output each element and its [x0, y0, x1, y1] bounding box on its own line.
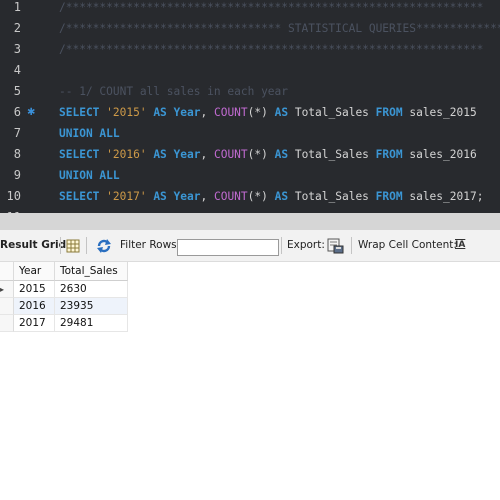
- code-token: ,: [200, 106, 214, 119]
- panel-splitter[interactable]: [0, 213, 500, 230]
- code-token: AS: [146, 106, 174, 119]
- line-number: 4: [13, 63, 21, 77]
- toolbar-divider: [60, 237, 61, 254]
- code-line[interactable]: 8 SELECT '2016' AS Year, COUNT(*) AS Tota…: [0, 144, 500, 165]
- code-text: /***************************************…: [59, 0, 483, 18]
- cell-total-sales[interactable]: 2630: [55, 281, 128, 298]
- code-token: /***************************************…: [59, 43, 484, 56]
- code-line[interactable]: 3 /**************************************…: [0, 39, 500, 60]
- wrap-cell-content-icon[interactable]: IA: [455, 230, 465, 261]
- code-line[interactable]: 7 UNION ALL: [0, 123, 500, 144]
- code-token: -- 1/ COUNT all sales in each year: [59, 85, 289, 98]
- wrap-cell-content-label: Wrap Cell Content:: [358, 239, 457, 251]
- statement-marker-icon: ✱: [27, 107, 36, 118]
- result-toolbar: Result Grid Filter Rows: Export: Wrap Ce…: [0, 230, 500, 262]
- line-number: 7: [13, 126, 21, 140]
- cell-year[interactable]: 2015: [14, 281, 55, 298]
- code-token: UNION ALL: [59, 127, 120, 140]
- refresh-icon[interactable]: [96, 238, 112, 254]
- code-token: FROM: [368, 106, 410, 119]
- code-token: AS: [267, 106, 295, 119]
- export-icon[interactable]: [327, 238, 344, 254]
- cell-total-sales[interactable]: 23935: [55, 298, 128, 315]
- code-text: /******************************** STATIS…: [59, 18, 500, 39]
- grid-corner: [0, 262, 14, 281]
- code-token: FROM: [368, 148, 410, 161]
- code-token: /******************************** STATIS…: [59, 22, 500, 35]
- line-number: 1: [13, 0, 21, 14]
- line-number: 6: [13, 105, 21, 119]
- code-token: Total_Sales: [294, 148, 369, 161]
- code-token: (*): [247, 148, 268, 161]
- code-token: SELECT: [59, 190, 107, 203]
- code-text: UNION ALL: [59, 165, 120, 186]
- code-token: /***************************************…: [59, 1, 484, 14]
- code-token: COUNT: [213, 190, 248, 203]
- code-token: sales_2015: [409, 106, 477, 119]
- code-token: COUNT: [213, 106, 248, 119]
- filter-rows-label: Filter Rows:: [120, 239, 181, 251]
- code-token: Year: [173, 148, 201, 161]
- code-token: Total_Sales: [294, 190, 369, 203]
- line-number: 9: [13, 168, 21, 182]
- toolbar-divider: [351, 237, 352, 254]
- code-line[interactable]: 6 ✱ SELECT '2015' AS Year, COUNT(*) AS Tot…: [0, 102, 500, 123]
- result-grid-tab[interactable]: Result Grid: [0, 230, 66, 261]
- code-token: ,: [200, 190, 214, 203]
- code-token: (*): [247, 106, 268, 119]
- line-number: 5: [13, 84, 21, 98]
- code-token: (*): [247, 190, 268, 203]
- code-token: SELECT: [59, 148, 107, 161]
- code-token: ,: [200, 148, 214, 161]
- column-header-year[interactable]: Year: [14, 262, 55, 281]
- export-label: Export:: [287, 239, 325, 251]
- code-token: SELECT: [59, 106, 107, 119]
- code-line[interactable]: 9 UNION ALL: [0, 165, 500, 186]
- code-line[interactable]: 2 /******************************** STATI…: [0, 18, 500, 39]
- form-editor-icon[interactable]: [66, 239, 80, 253]
- code-token: Year: [173, 190, 201, 203]
- code-token: AS: [267, 190, 295, 203]
- code-line[interactable]: 4: [0, 60, 500, 81]
- column-header-total-sales[interactable]: Total_Sales: [55, 262, 128, 281]
- code-token: sales_2017;: [409, 190, 484, 203]
- code-text: SELECT '2016' AS Year, COUNT(*) AS Total…: [59, 144, 477, 165]
- code-token: COUNT: [213, 148, 248, 161]
- line-number: 2: [13, 21, 21, 35]
- code-token: UNION ALL: [59, 169, 120, 182]
- code-line[interactable]: 10 SELECT '2017' AS Year, COUNT(*) AS Tot…: [0, 186, 500, 207]
- cell-year[interactable]: 2016: [14, 298, 55, 315]
- code-text: /***************************************…: [59, 39, 483, 60]
- current-row-indicator[interactable]: ▸: [0, 281, 14, 298]
- toolbar-divider: [86, 237, 87, 254]
- toolbar-divider: [281, 237, 282, 254]
- code-line[interactable]: 5 -- 1/ COUNT all sales in each year: [0, 81, 500, 102]
- line-number: 8: [13, 147, 21, 161]
- code-text: SELECT '2015' AS Year, COUNT(*) AS Total…: [59, 102, 477, 123]
- filter-rows-input[interactable]: [177, 239, 279, 256]
- code-token: '2015': [106, 106, 147, 119]
- code-token: FROM: [368, 190, 410, 203]
- code-token: '2016': [106, 148, 147, 161]
- code-line[interactable]: 1 /**************************************…: [0, 0, 500, 18]
- code-token: Year: [173, 106, 201, 119]
- row-header[interactable]: [0, 298, 14, 315]
- code-token: sales_2016: [409, 148, 477, 161]
- sql-editor[interactable]: 1 /**************************************…: [0, 0, 500, 213]
- code-token: AS: [146, 148, 174, 161]
- line-number: 3: [13, 42, 21, 56]
- code-text: UNION ALL: [59, 123, 120, 144]
- code-text: -- 1/ COUNT all sales in each year: [59, 81, 288, 102]
- cell-total-sales[interactable]: 29481: [55, 315, 128, 332]
- code-token: AS: [146, 190, 174, 203]
- code-token: AS: [267, 148, 295, 161]
- code-token: Total_Sales: [294, 106, 369, 119]
- line-number: 10: [6, 189, 21, 203]
- code-text: SELECT '2017' AS Year, COUNT(*) AS Total…: [59, 186, 483, 207]
- code-token: '2017': [106, 190, 147, 203]
- row-header[interactable]: [0, 315, 14, 332]
- cell-year[interactable]: 2017: [14, 315, 55, 332]
